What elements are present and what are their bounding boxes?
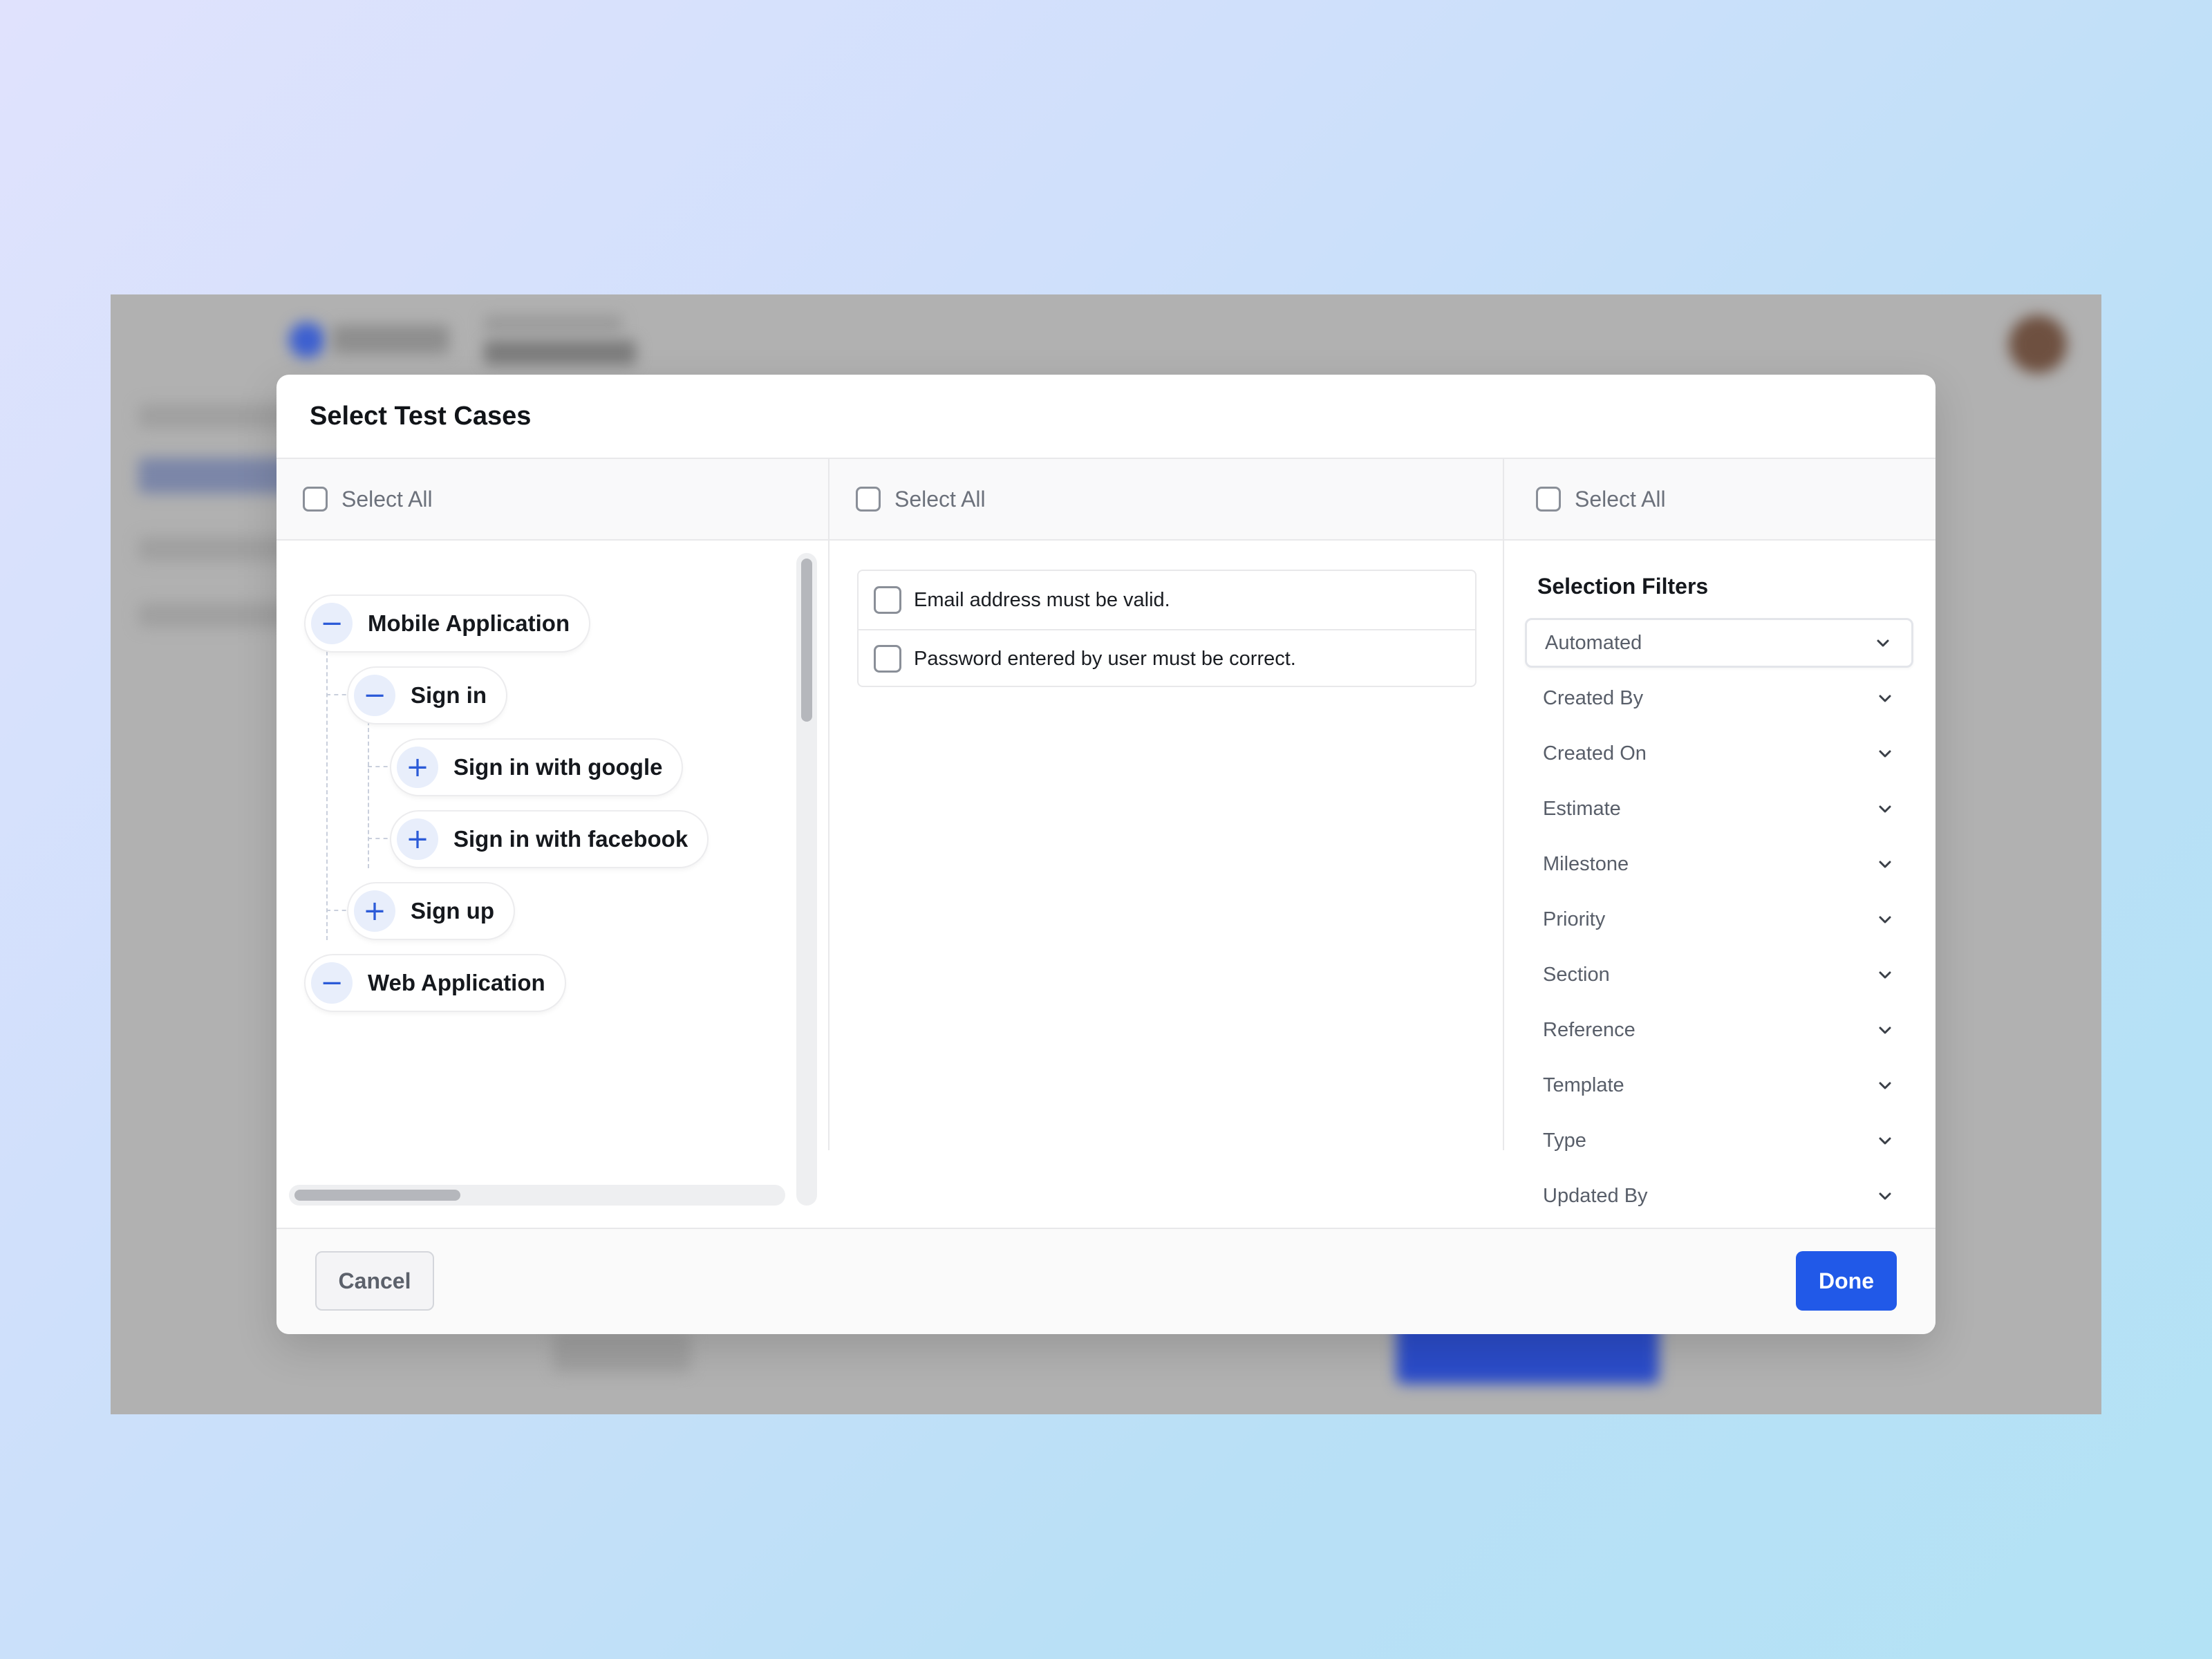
tree-node-sign-up[interactable]: + Sign up — [348, 883, 514, 939]
filter-label: Reference — [1543, 1018, 1635, 1041]
bg-sidebar-item — [138, 404, 297, 429]
list-item[interactable]: Password entered by user must be correct… — [859, 629, 1475, 686]
bg-breadcrumb — [484, 315, 622, 332]
cases-select-all-row[interactable]: Select All — [830, 459, 1503, 541]
collapse-icon[interactable]: − — [311, 962, 353, 1004]
chevron-down-icon — [1876, 910, 1894, 928]
filter-dropdown-created-by[interactable]: Created By — [1525, 673, 1913, 723]
select-all-label: Select All — [1575, 486, 1666, 512]
list-item[interactable]: Email address must be valid. — [859, 571, 1475, 629]
scrollbar-thumb[interactable] — [801, 559, 812, 722]
filter-label: Updated By — [1543, 1184, 1648, 1207]
filter-label: Priority — [1543, 908, 1606, 930]
cases-select-all-checkbox[interactable] — [856, 487, 881, 512]
tree-node-label: Sign in with google — [453, 754, 663, 780]
filter-dropdown-reference[interactable]: Reference — [1525, 1005, 1913, 1055]
filters-title: Selection Filters — [1537, 574, 1709, 599]
select-all-label: Select All — [894, 486, 986, 512]
bg-sidebar-item-active — [138, 458, 297, 494]
expand-icon[interactable]: + — [397, 747, 438, 788]
filter-list: Automated Created By Created On Estimate Mil… — [1525, 618, 1913, 1226]
chevron-down-icon — [1876, 744, 1894, 762]
chevron-down-icon — [1876, 800, 1894, 818]
chevron-down-icon — [1876, 1187, 1894, 1205]
collapse-icon[interactable]: − — [354, 675, 395, 716]
filter-dropdown-updated-by[interactable]: Updated By — [1525, 1171, 1913, 1221]
test-cases-column: Select All Email address must be valid. … — [830, 459, 1504, 1150]
collapse-icon[interactable]: − — [311, 603, 353, 644]
filter-label: Type — [1543, 1129, 1586, 1152]
chevron-down-icon — [1876, 855, 1894, 873]
filters-column: Select All Selection Filters Automated Cr… — [1504, 459, 1936, 1207]
tree-node-label: Sign in — [411, 682, 487, 708]
chevron-down-icon — [1876, 1132, 1894, 1150]
tree-horizontal-scrollbar[interactable] — [289, 1185, 785, 1206]
bg-button — [553, 1331, 691, 1373]
chevron-down-icon — [1876, 1076, 1894, 1094]
tree-node-label: Sign up — [411, 898, 494, 924]
cancel-button[interactable]: Cancel — [315, 1251, 434, 1311]
sections-select-all-checkbox[interactable] — [303, 487, 328, 512]
chevron-down-icon — [1876, 1021, 1894, 1039]
app-logo-text — [332, 325, 449, 354]
expand-icon[interactable]: + — [354, 890, 395, 932]
filter-dropdown-template[interactable]: Template — [1525, 1060, 1913, 1110]
section-tree: − Mobile Application − Sign in + Sign in… — [276, 541, 828, 1206]
bg-sidebar-item — [138, 536, 297, 561]
filter-dropdown-created-on[interactable]: Created On — [1525, 729, 1913, 778]
modal-header: Select Test Cases — [276, 375, 1936, 459]
tree-node-mobile-application[interactable]: − Mobile Application — [306, 596, 590, 651]
filter-dropdown-type[interactable]: Type — [1525, 1116, 1913, 1165]
test-case-checkbox[interactable] — [874, 586, 901, 614]
modal-columns: Select All − Mobile Application − Sign i… — [276, 459, 1936, 1207]
avatar — [2009, 315, 2067, 373]
select-all-label: Select All — [341, 486, 433, 512]
tree-node-label: Sign in with facebook — [453, 826, 688, 852]
scrollbar-thumb[interactable] — [294, 1190, 460, 1201]
filter-dropdown-estimate[interactable]: Estimate — [1525, 784, 1913, 834]
modal-footer: Cancel Done — [276, 1228, 1936, 1334]
tree-node-sign-in-with-google[interactable]: + Sign in with google — [391, 740, 682, 795]
filter-label: Template — [1543, 1074, 1624, 1096]
filters-select-all-row[interactable]: Select All — [1504, 459, 1936, 541]
done-button[interactable]: Done — [1796, 1251, 1897, 1311]
filter-label: Section — [1543, 963, 1610, 986]
filter-label: Created By — [1543, 686, 1644, 709]
filter-label: Created On — [1543, 742, 1647, 765]
tree-node-label: Web Application — [368, 970, 545, 995]
tree-node-sign-in-with-facebook[interactable]: + Sign in with facebook — [391, 812, 708, 867]
filter-dropdown-milestone[interactable]: Milestone — [1525, 839, 1913, 889]
test-case-label: Email address must be valid. — [914, 588, 1170, 611]
test-case-checkbox[interactable] — [874, 645, 901, 673]
bg-sidebar-item — [138, 603, 297, 628]
test-case-label: Password entered by user must be correct… — [914, 647, 1296, 670]
filter-label: Automated — [1545, 631, 1642, 654]
test-case-list: Email address must be valid. Password en… — [857, 570, 1477, 687]
tree-connector — [326, 617, 328, 940]
filter-label: Milestone — [1543, 852, 1629, 875]
tree-node-label: Mobile Application — [368, 610, 570, 636]
filter-dropdown-priority[interactable]: Priority — [1525, 894, 1913, 944]
select-test-cases-modal: Select Test Cases Select All − Mobile Ap… — [276, 375, 1936, 1334]
bg-page-title — [484, 340, 636, 365]
sections-column: Select All − Mobile Application − Sign i… — [276, 459, 830, 1206]
tree-vertical-scrollbar[interactable] — [796, 553, 817, 1206]
filter-dropdown-automated[interactable]: Automated — [1525, 618, 1913, 668]
modal-title: Select Test Cases — [310, 401, 532, 431]
filter-label: Estimate — [1543, 797, 1621, 820]
chevron-down-icon — [1876, 966, 1894, 984]
tree-node-web-application[interactable]: − Web Application — [306, 955, 565, 1011]
filters-select-all-checkbox[interactable] — [1536, 487, 1561, 512]
chevron-down-icon — [1876, 689, 1894, 707]
app-logo-icon — [289, 322, 325, 358]
tree-node-sign-in[interactable]: − Sign in — [348, 668, 506, 723]
sections-select-all-row[interactable]: Select All — [276, 459, 828, 541]
chevron-down-icon — [1874, 634, 1892, 652]
filter-dropdown-section[interactable]: Section — [1525, 950, 1913, 1000]
expand-icon[interactable]: + — [397, 818, 438, 860]
